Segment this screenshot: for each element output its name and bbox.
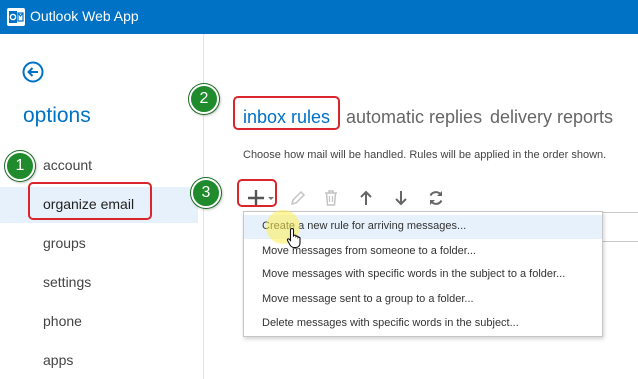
highlight-organize-email [28, 182, 152, 220]
back-arrow-icon[interactable] [22, 61, 44, 83]
rules-description: Choose how mail will be handled. Rules w… [243, 149, 607, 161]
menu-item-label: Delete messages with specific words in t… [262, 317, 519, 329]
edit-rule-button[interactable] [286, 186, 310, 210]
outlook-logo-icon [7, 8, 25, 26]
sidebar-item-apps[interactable]: apps [0, 343, 198, 379]
highlight-inbox-rules [233, 96, 340, 130]
move-down-icon [395, 191, 407, 206]
sidebar-item-label: settings [43, 274, 92, 290]
sidebar-item-settings[interactable]: settings [0, 265, 198, 301]
delete-rule-button[interactable] [319, 186, 343, 210]
refresh-icon [429, 191, 443, 205]
menu-item-label: Move message sent to a group to a folder… [262, 293, 474, 305]
sidebar-item-groups[interactable]: groups [0, 226, 198, 262]
edit-icon [290, 190, 306, 206]
hand-cursor-icon [286, 227, 301, 249]
sidebar-item-label: account [43, 157, 93, 173]
highlight-new-button [237, 179, 277, 207]
tab-delivery-reports[interactable]: delivery reports [490, 107, 613, 128]
step-badge-2: 2 [189, 84, 219, 114]
sidebar-item-label: groups [43, 235, 86, 251]
step-badge-1: 1 [5, 151, 35, 181]
options-title: options [23, 104, 91, 127]
sidebar-item-label: apps [43, 352, 74, 368]
menu-item-label: Move messages with specific words in the… [262, 268, 566, 280]
move-down-button[interactable] [389, 186, 413, 210]
menu-item-delete-specific-words[interactable]: Delete messages with specific words in t… [244, 312, 602, 336]
app-title: Outlook Web App [30, 8, 139, 24]
step-badge-3: 3 [191, 178, 221, 208]
menu-item-move-sent-to-group[interactable]: Move message sent to a group to a folder… [244, 288, 602, 312]
title-bar: Outlook Web App [0, 0, 638, 34]
refresh-button[interactable] [424, 186, 448, 210]
menu-item-move-specific-words[interactable]: Move messages with specific words in the… [244, 263, 602, 287]
sidebar-item-phone[interactable]: phone [0, 304, 198, 340]
sidebar-item-label: phone [43, 313, 82, 329]
move-up-button[interactable] [354, 186, 378, 210]
tab-automatic-replies[interactable]: automatic replies [346, 107, 482, 128]
move-up-icon [360, 190, 372, 205]
delete-icon [325, 190, 337, 206]
